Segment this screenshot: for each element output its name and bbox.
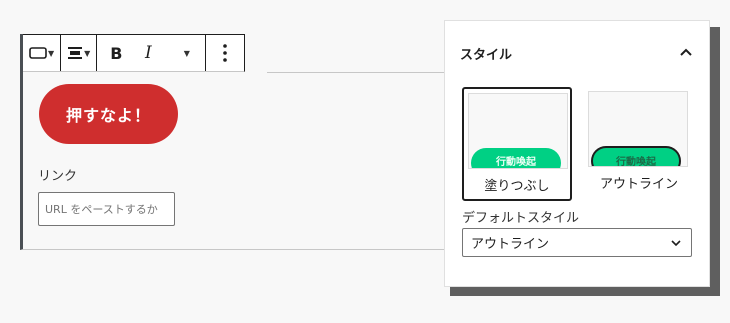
style-panel: スタイル 行動喚起 塗りつぶし 行動喚起 アウトライン デフォルトスタイル アウ… xyxy=(444,20,710,287)
toolbar-group-block: ▼ xyxy=(23,35,62,71)
button-rect-icon xyxy=(29,47,47,59)
caret-down-icon: ▼ xyxy=(84,48,91,58)
block-toolbar: ▼ ▼ B I ▼ xyxy=(23,34,246,72)
default-style-label: デフォルトスタイル xyxy=(462,211,580,226)
caret-down-icon: ▼ xyxy=(48,48,55,58)
block-type-button[interactable]: ▼ xyxy=(29,40,54,66)
style-option-outline[interactable]: 行動喚起 アウトライン xyxy=(584,87,694,201)
link-url-input[interactable] xyxy=(38,192,175,226)
align-button[interactable]: ▼ xyxy=(67,40,90,66)
style-option-fill[interactable]: 行動喚起 塗りつぶし xyxy=(462,87,572,201)
preview-button-fill: 行動喚起 xyxy=(471,148,561,168)
default-style-value: アウトライン xyxy=(471,237,550,252)
chevron-down-icon xyxy=(671,239,681,246)
chevron-up-icon[interactable] xyxy=(678,44,694,60)
button-block[interactable]: ▼ ▼ B I ▼ 押すなよ！ リンク xyxy=(20,34,453,250)
button-preview[interactable]: 押すなよ！ xyxy=(39,84,178,144)
options-button[interactable] xyxy=(216,40,234,66)
toolbar-group-options xyxy=(206,35,244,71)
toolbar-group-format: B I ▼ xyxy=(97,35,207,71)
toolbar-group-align: ▼ xyxy=(61,35,98,71)
bold-button[interactable]: B xyxy=(107,40,125,66)
more-rich-text-button[interactable]: ▼ xyxy=(177,40,195,66)
toolbar-divider xyxy=(267,72,453,73)
style-option-label: アウトライン xyxy=(599,177,678,192)
style-preview-fill: 行動喚起 xyxy=(468,93,568,169)
caret-down-icon: ▼ xyxy=(183,48,190,58)
style-option-label: 塗りつぶし xyxy=(484,179,550,194)
vertical-ellipsis-icon xyxy=(223,44,228,62)
style-preview-outline: 行動喚起 xyxy=(588,91,688,167)
panel-title: スタイル xyxy=(460,48,513,63)
link-label: リンク xyxy=(38,169,78,184)
default-style-select[interactable]: アウトライン xyxy=(462,228,692,257)
preview-button-outline: 行動喚起 xyxy=(591,146,681,166)
align-center-icon xyxy=(68,47,83,59)
italic-button[interactable]: I xyxy=(139,40,157,66)
